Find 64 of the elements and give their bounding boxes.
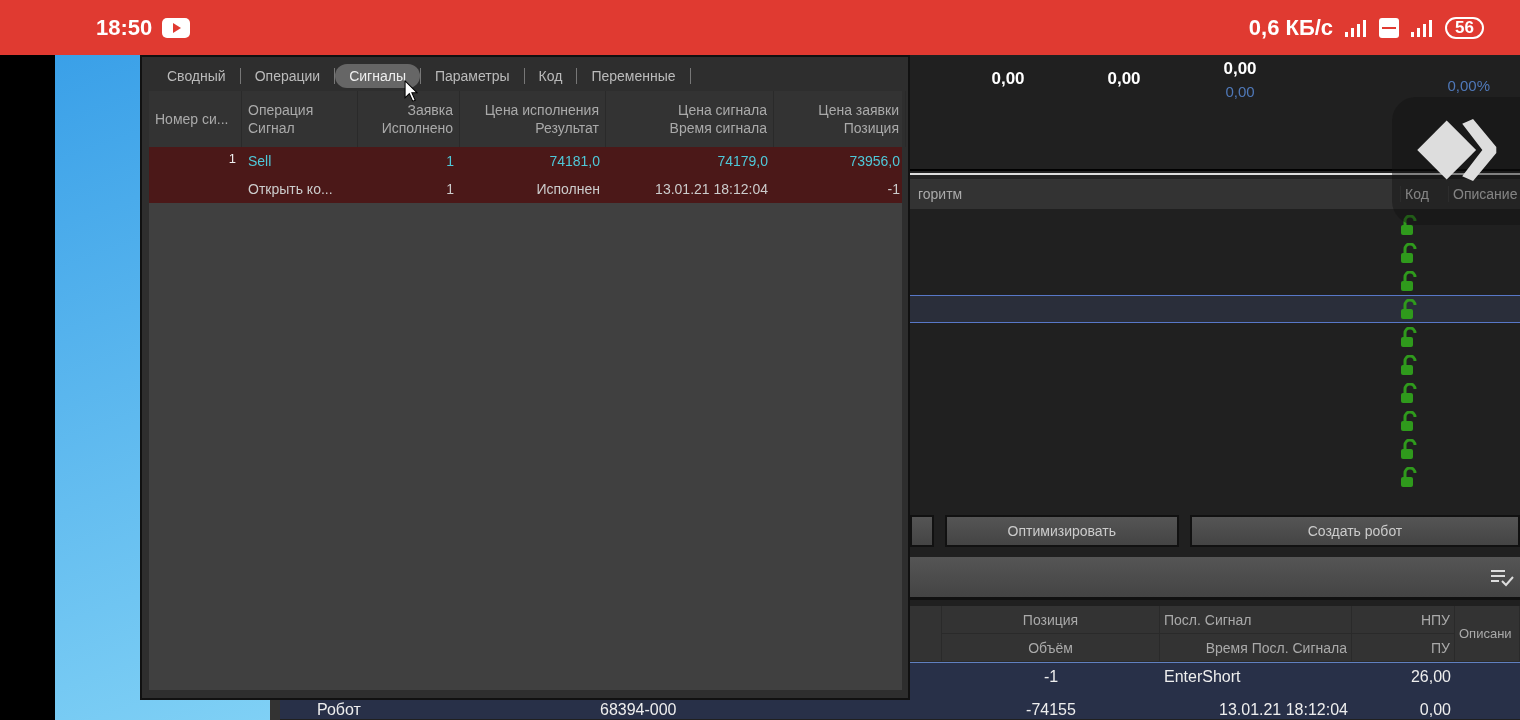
- table-cell: Открыть ко...: [248, 181, 333, 197]
- column-header: Номер си...: [155, 110, 230, 128]
- column-header: ПУ: [1431, 639, 1450, 656]
- table-cell: 0,00: [1419, 701, 1451, 719]
- summary-subvalue: 0,00: [1225, 83, 1255, 100]
- column-header: Время Посл. Сигнала: [1205, 639, 1347, 656]
- column-header: Цена исполнения: [484, 101, 599, 119]
- column-header: Время сигнала: [669, 119, 767, 137]
- column-header: Исполнено: [381, 119, 453, 137]
- algorithm-row[interactable]: [910, 295, 1520, 323]
- create-robot-button[interactable]: Создать робот: [1190, 515, 1520, 547]
- table-cell: 1: [446, 181, 454, 197]
- column-header: Позиция: [1022, 611, 1079, 628]
- table-cell: 1: [446, 153, 454, 169]
- panel-splitter[interactable]: [910, 169, 1520, 175]
- table-cell: 74181,0: [549, 153, 600, 169]
- column-header: Посл. Сигнал: [1164, 611, 1252, 628]
- tab[interactable]: Код: [524, 64, 577, 88]
- column-header: Операция: [248, 101, 315, 119]
- clock-time: 18:50: [96, 14, 153, 41]
- list-check-icon[interactable]: [1490, 567, 1514, 587]
- video-play-icon: [162, 17, 191, 38]
- column-header: горитм: [918, 186, 963, 202]
- tab[interactable]: Операции: [240, 64, 335, 88]
- summary-value: 0,00: [1223, 59, 1257, 79]
- summary-value: 0,00: [991, 69, 1025, 89]
- table-cell: 73956,0: [849, 153, 900, 169]
- column-header: Сигнал: [248, 119, 296, 137]
- table-cell: 68394-000: [600, 701, 677, 719]
- mouse-cursor-icon: [404, 80, 418, 102]
- table-cell: 1: [228, 151, 236, 166]
- table-cell: Исполнен: [536, 181, 600, 197]
- tab[interactable]: Переменные: [577, 64, 690, 88]
- table-cell: 13.01.21 18:12:04: [1219, 701, 1348, 719]
- table-cell: EnterShort: [1164, 668, 1241, 686]
- column-header: Код: [1405, 186, 1429, 202]
- floating-remote-button[interactable]: [1392, 97, 1520, 225]
- column-header: Описани: [1459, 626, 1512, 641]
- battery-indicator: 56: [1445, 16, 1484, 39]
- percent-value: 0,00%: [1447, 77, 1490, 94]
- network-speed: 0,6 КБ/с: [1248, 14, 1334, 41]
- column-header: НПУ: [1420, 611, 1450, 628]
- summary-value: 0,00: [1107, 69, 1141, 89]
- partial-button[interactable]: [910, 515, 934, 547]
- table-cell: -74155: [1026, 701, 1076, 719]
- table-cell: 74179,0: [717, 153, 768, 169]
- table-cell: Робот: [317, 701, 361, 719]
- column-header: Позиция: [843, 119, 899, 137]
- column-header: Заявка: [407, 101, 453, 119]
- table-cell: -1: [887, 181, 900, 197]
- tab[interactable]: Сигналы: [335, 64, 420, 88]
- column-header: Описание: [1453, 186, 1518, 202]
- table-cell: -1: [1043, 668, 1059, 686]
- table-cell: 26,00: [1410, 668, 1451, 686]
- column-header: Цена заявки: [818, 101, 899, 119]
- tab[interactable]: Параметры: [420, 64, 524, 88]
- tab[interactable]: Сводный: [153, 64, 240, 88]
- column-header: Объём: [1028, 639, 1073, 656]
- column-header: Результат: [535, 119, 599, 137]
- column-header: Цена сигнала: [678, 101, 767, 119]
- signal-row[interactable]: 1 Sell Открыть ко... 1 1 74181,0 Исполнен 74179,0 13.01.21 18:12:04 73956,0 -1: [149, 147, 902, 203]
- optimize-button[interactable]: Оптимизировать: [944, 515, 1179, 547]
- table-cell: Sell: [248, 153, 272, 169]
- table-cell: 13.01.21 18:12:04: [655, 181, 768, 197]
